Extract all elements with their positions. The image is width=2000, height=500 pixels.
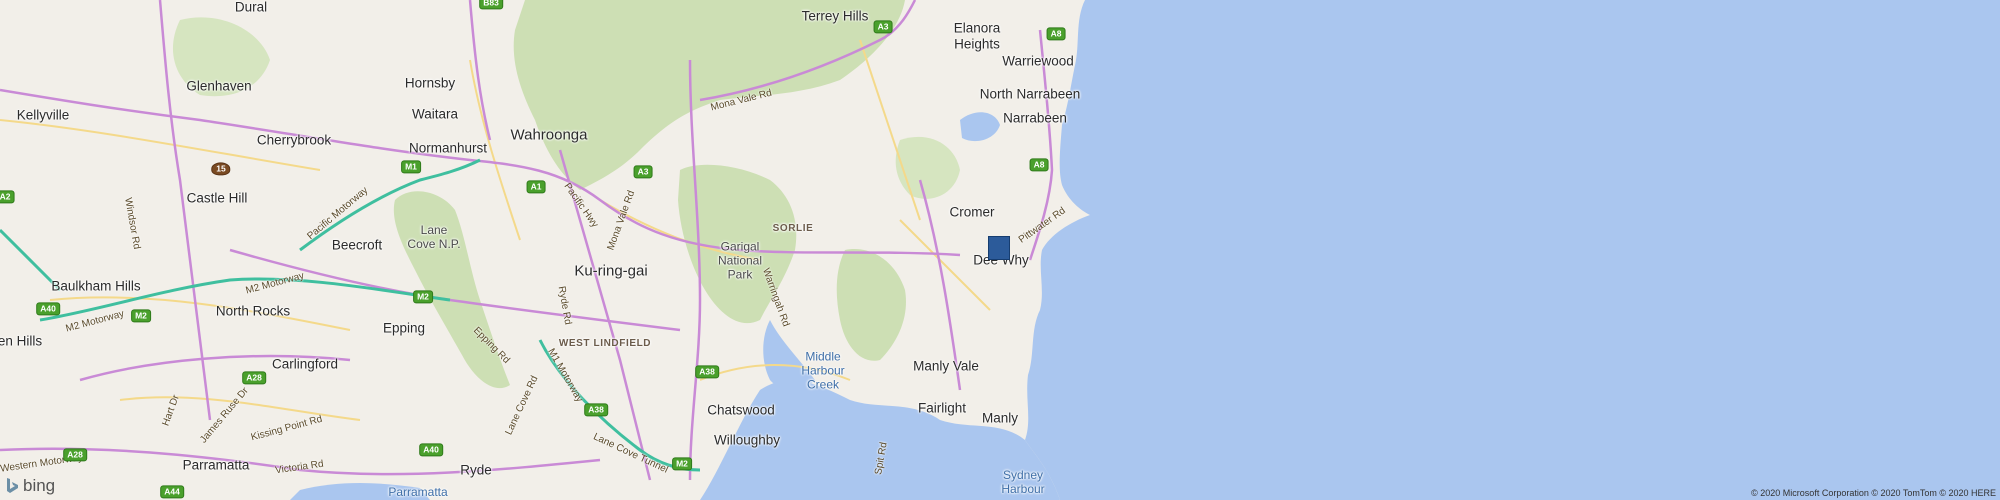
place-label: Cromer: [949, 204, 995, 220]
route-shield: M2: [672, 457, 692, 471]
place-label: Manly: [981, 410, 1019, 426]
location-marker[interactable]: [988, 236, 1010, 260]
place-label: Castle Hill: [186, 190, 248, 206]
route-shield: A1: [526, 180, 546, 194]
water-label-line: Middle: [805, 349, 841, 364]
water-label: Middle Harbour Creek: [801, 350, 844, 391]
park-label-line: Park: [727, 266, 753, 281]
route-shield: B83: [479, 0, 503, 10]
bing-icon: [7, 478, 18, 493]
suburb-label: WEST LINDFIELD: [558, 338, 652, 349]
place-label: Hornsby: [404, 75, 456, 91]
route-shield: M2: [413, 290, 433, 304]
place-label: Warriewood: [1002, 53, 1074, 69]
place-label: Kellyville: [16, 107, 70, 123]
route-shield: A38: [695, 365, 719, 379]
place-label: Elanora: [953, 20, 1001, 36]
route-shield: A38: [584, 403, 608, 417]
map-view[interactable]: Dural Terrey Hills Elanora Heights Warri…: [0, 0, 2000, 500]
suburb-label: SORLIE: [772, 223, 814, 234]
park-label-line: Garigal: [720, 239, 760, 254]
route-shield: A3: [633, 165, 653, 179]
place-label: Parramatta: [182, 457, 250, 473]
park-label-line: Cove N.P.: [407, 237, 461, 251]
route-shield: A40: [36, 302, 60, 316]
water-label-line: Parramatta: [388, 485, 448, 500]
place-label: Wahroonga: [510, 126, 588, 144]
water-label-line: Sydney: [1002, 468, 1044, 483]
place-label: North Narrabeen: [979, 86, 1081, 102]
water-label-line: Harbour: [801, 363, 845, 378]
place-label: Epping: [382, 320, 426, 336]
water-label-line: Harbour: [1001, 482, 1045, 496]
route-shield: A3: [873, 20, 893, 34]
place-label: Waitara: [411, 106, 459, 122]
route-shield: M1: [401, 160, 421, 174]
copyright-notice: © 2020 Microsoft Corporation © 2020 TomT…: [1751, 488, 1996, 498]
route-shield: A8: [1046, 27, 1066, 41]
park-label: Lane Cove N.P.: [407, 223, 461, 252]
park-label: Garigal National Park: [718, 240, 762, 281]
place-label: Dural: [234, 0, 268, 15]
route-shield: A40: [419, 443, 443, 457]
route-shield: M2: [131, 309, 151, 323]
park-label-line: National: [717, 253, 763, 268]
place-label: en Hills: [0, 333, 43, 349]
route-shield: A2: [0, 190, 15, 204]
place-label: Chatswood: [707, 402, 775, 418]
place-label: Fairlight: [917, 400, 967, 416]
park-label-line: Lane: [420, 223, 448, 238]
place-label: Beecroft: [331, 237, 383, 253]
route-shield: 15: [211, 162, 231, 176]
brand-text: bing: [23, 476, 56, 495]
place-label: North Rocks: [215, 303, 291, 319]
route-shield: A44: [160, 485, 184, 499]
water-label: Parramatta: [388, 485, 448, 500]
place-label: Terrey Hills: [801, 8, 869, 24]
place-label: Heights: [954, 36, 1000, 52]
place-label: Ku-ring-gai: [574, 262, 648, 280]
bing-logo: bing: [6, 476, 55, 496]
place-label: Narrabeen: [1003, 110, 1067, 126]
place-label: Manly Vale: [913, 358, 979, 374]
place-label: Carlingford: [271, 356, 339, 372]
route-shield: A28: [242, 371, 266, 385]
place-label: Cherrybrook: [256, 132, 332, 148]
place-label: Ryde: [460, 462, 492, 478]
route-shield: A8: [1029, 158, 1049, 172]
water-label-line: Creek: [806, 376, 840, 391]
place-label: Normanhurst: [408, 140, 488, 156]
place-label: Glenhaven: [186, 78, 252, 94]
place-label: Baulkham Hills: [51, 278, 141, 294]
route-shield: A28: [63, 448, 87, 462]
water-label: Sydney Harbour: [1001, 468, 1045, 497]
place-label: Willoughby: [713, 432, 781, 448]
